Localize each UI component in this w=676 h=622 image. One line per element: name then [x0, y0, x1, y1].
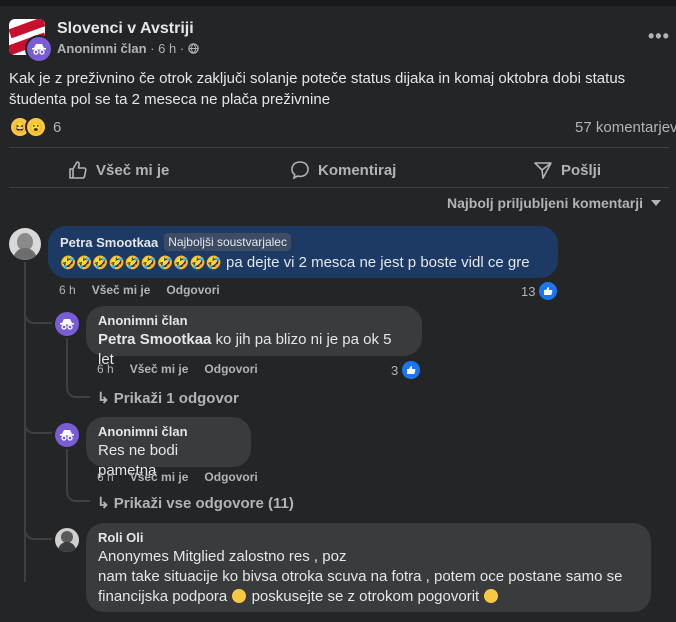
- chevron-down-icon: [651, 200, 662, 206]
- share-label: Pošlji: [561, 161, 602, 179]
- top-fan-badge: Najboljši soustvarjalec: [164, 233, 291, 251]
- thread-connector: [24, 518, 52, 540]
- reply-arrow-icon: ↳: [97, 390, 114, 407]
- comment-reply-button[interactable]: Odgovori: [204, 362, 257, 376]
- comment-meta: 6 h Všeč mi je Odgovori: [59, 283, 236, 297]
- comment-like-count: 13: [521, 283, 536, 299]
- post-author[interactable]: Anonimni član: [57, 41, 147, 56]
- like-icon: [69, 161, 87, 179]
- post-text: Kak je z preživnino če otrok zaključi so…: [9, 70, 626, 108]
- wow-reaction-icon: 😮: [25, 116, 47, 138]
- comment-author[interactable]: Anonimni član: [98, 313, 410, 328]
- thumbs-up-icon: [402, 361, 421, 379]
- show-replies-label: Prikaži 1 odgovor: [113, 390, 239, 407]
- comment-like-count: 3: [391, 362, 399, 378]
- comment-likes[interactable]: 3: [391, 361, 421, 379]
- divider-top: [9, 147, 669, 148]
- like-button[interactable]: Všeč mi je: [68, 157, 169, 183]
- divider-bottom: [9, 187, 669, 188]
- subthread-line: [66, 449, 68, 489]
- avatar[interactable]: [9, 228, 41, 260]
- thread-connector: [24, 412, 52, 434]
- like-label: Všeč mi je: [96, 161, 170, 179]
- comment-line-1: Anonymes Mitglied zalostno res , poz: [98, 548, 347, 565]
- separator-dot: ·: [179, 41, 185, 56]
- subthread-connector: [66, 380, 90, 398]
- comment-body: pa dejte vi 2 mesca ne jest p boste vidl…: [221, 254, 530, 271]
- comment-time[interactable]: 6 h: [97, 470, 114, 484]
- reaction-summary[interactable]: 😆 😮 6: [9, 116, 61, 138]
- thread-connector: [24, 300, 52, 324]
- show-replies-label: Prikaži vse odgovore (11): [113, 495, 294, 512]
- comment-time[interactable]: 6 h: [97, 362, 114, 376]
- comment-line-3b: poskusejte se z otrokom pogovorit: [247, 588, 484, 605]
- comment-like-button[interactable]: Všeč mi je: [92, 283, 151, 297]
- comment-label: Komentiraj: [318, 161, 397, 179]
- comment-line-3: financijska podpora poskusejte se z otro…: [98, 587, 639, 607]
- comment-reply-button[interactable]: Odgovori: [204, 470, 257, 484]
- comment-likes[interactable]: 13: [521, 282, 558, 300]
- comment-like-button[interactable]: Všeč mi je: [130, 470, 189, 484]
- comment-reply-button[interactable]: Odgovori: [166, 283, 219, 297]
- comment-sort-dropdown[interactable]: Najbolj priljubljeni komentarji: [447, 195, 662, 211]
- comment-text: 🤣🤣🤣🤣🤣🤣🤣🤣🤣🤣 pa dejte vi 2 mesca ne jest p…: [60, 253, 546, 273]
- comment-bubble: Roli Oli Anonymes Mitglied zalostno res …: [86, 523, 651, 612]
- comment-like-button[interactable]: Všeč mi je: [130, 362, 189, 376]
- comment-meta: 6 h Všeč mi je Odgovori: [97, 470, 274, 484]
- comment-line-2: nam take situacije ko bivsa otroka scuva…: [98, 568, 623, 585]
- comment-count[interactable]: 57 komentarjev: [575, 119, 676, 136]
- sort-label: Najbolj priljubljeni komentarji: [447, 195, 644, 211]
- comment-line-3a: financijska podpora: [98, 588, 232, 605]
- comment-meta: 6 h Všeč mi je Odgovori: [97, 362, 274, 376]
- post-meta: Anonimni član · 6 h ·: [57, 41, 199, 56]
- comment-button[interactable]: Komentiraj: [290, 157, 396, 183]
- share-icon: [534, 162, 552, 179]
- comment-author-row: Petra Smootkaa Najboljši soustvarjalec: [60, 233, 546, 251]
- show-replies-link[interactable]: ↳ Prikaži 1 odgovor: [97, 389, 239, 407]
- comment-author[interactable]: Petra Smootkaa: [60, 235, 158, 250]
- meta-separator: ·: [150, 41, 155, 56]
- avatar[interactable]: [55, 528, 79, 552]
- group-name[interactable]: Slovenci v Avstriji: [57, 20, 194, 38]
- subthread-line: [66, 338, 68, 384]
- comment-time[interactable]: 6 h: [59, 283, 76, 297]
- comment-bubble: Petra Smootkaa Najboljši soustvarjalec 🤣…: [48, 226, 558, 278]
- post-time[interactable]: 6 h: [158, 41, 176, 56]
- smirk-emoji-icon: [484, 589, 499, 603]
- comment-author[interactable]: Anonimni član: [98, 424, 239, 439]
- reply-arrow-icon: ↳: [97, 495, 114, 512]
- share-button[interactable]: Pošlji: [533, 157, 601, 183]
- comment-bubble: Anonimni član Petra Smootkaa ko jih pa b…: [86, 306, 422, 368]
- comment-icon: [291, 161, 309, 180]
- subthread-connector: [66, 484, 90, 502]
- show-replies-link[interactable]: ↳ Prikaži vse odgovore (11): [97, 494, 294, 512]
- anonymous-icon: [25, 35, 53, 63]
- more-icon[interactable]: •••: [648, 26, 670, 47]
- anonymous-icon[interactable]: [55, 423, 79, 447]
- comment-author[interactable]: Roli Oli: [98, 530, 639, 545]
- thumbs-up-icon: [539, 282, 558, 300]
- comment-text: Anonymes Mitglied zalostno res , poz nam…: [98, 547, 639, 607]
- laugh-emojis: 🤣🤣🤣🤣🤣🤣🤣🤣🤣🤣: [60, 255, 222, 270]
- reaction-count: 6: [53, 118, 62, 136]
- mention-link[interactable]: Petra Smootkaa: [98, 331, 211, 348]
- anonymous-icon[interactable]: [55, 312, 79, 336]
- globe-icon: [188, 43, 199, 54]
- smirk-emoji-icon: [232, 589, 247, 603]
- comment-bubble: Anonimni član Res ne bodi pametna: [86, 417, 251, 479]
